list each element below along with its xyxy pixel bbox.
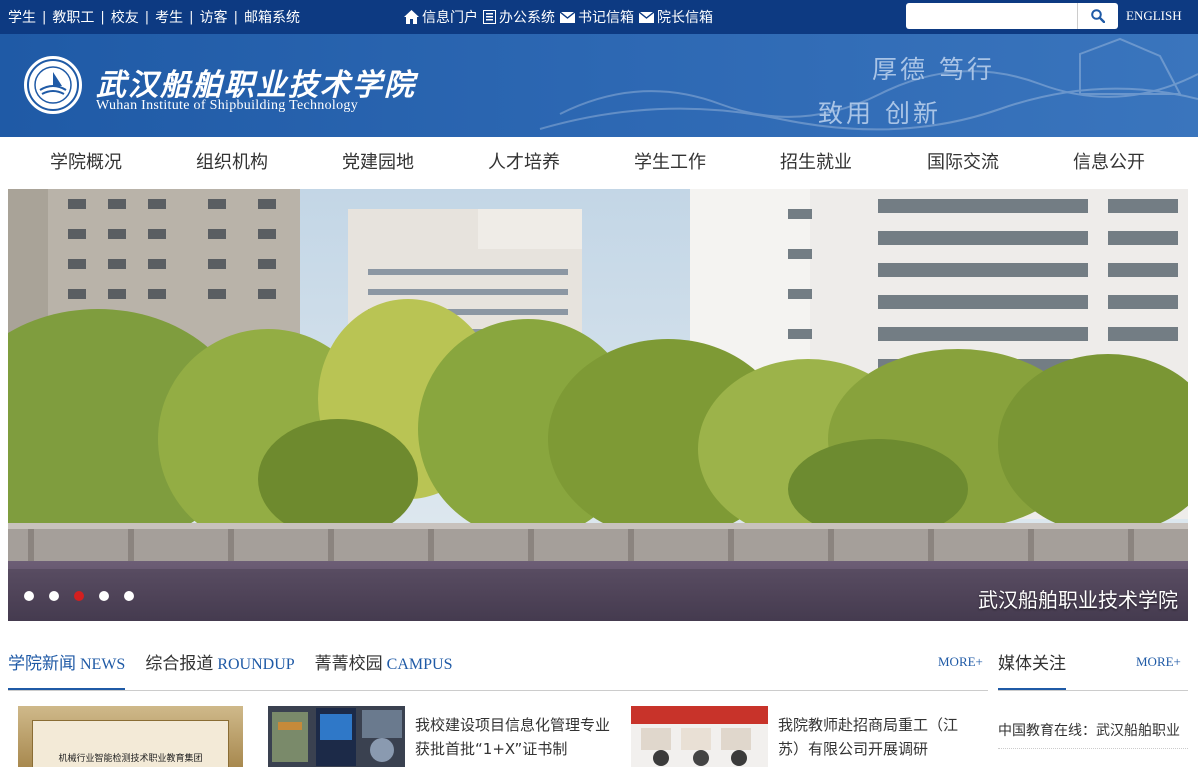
news-thumbnail-1[interactable]: [268, 706, 405, 767]
carousel-dot-4[interactable]: [99, 591, 109, 601]
separator: |: [144, 9, 150, 25]
search-input[interactable]: [906, 3, 1078, 29]
nav-party-building[interactable]: 党建园地: [342, 137, 414, 189]
mail-icon: [639, 11, 654, 23]
search-box: [906, 3, 1118, 29]
home-icon: [404, 10, 419, 24]
link-applicants[interactable]: 考生: [155, 7, 183, 27]
link-info-portal[interactable]: 信息门户: [404, 7, 478, 27]
tab-label-cn: 综合报道: [145, 654, 214, 674]
header-banner: 武汉船舶职业技术学院 Wuhan Institute of Shipbuildi…: [0, 34, 1198, 137]
link-email-system[interactable]: 邮箱系统: [244, 7, 300, 27]
section-divider: [998, 690, 1188, 691]
document-icon: [483, 10, 496, 24]
tab-label-en: CAMPUS: [386, 656, 453, 673]
nav-about[interactable]: 学院概况: [50, 137, 122, 189]
separator: |: [100, 9, 105, 25]
plaque-text: 机械行业智能检测技术职业教育集团: [32, 720, 229, 767]
search-icon: [1091, 9, 1105, 23]
tab-label-en: ROUNDUP: [217, 656, 295, 673]
media-more-link[interactable]: MORE+: [1136, 654, 1181, 670]
news-tabs: 学院新闻 NEWS 综合报道 ROUNDUP 菁菁校园 CAMPUS: [8, 648, 472, 690]
media-section-title[interactable]: 媒体关注: [998, 648, 1066, 690]
carousel-dot-2[interactable]: [49, 591, 59, 601]
school-logo[interactable]: [24, 56, 82, 114]
emblem-icon: [27, 59, 79, 111]
separator: |: [233, 9, 238, 25]
system-links: 信息门户 办公系统 书记信箱 院长信箱: [404, 0, 713, 34]
nav-admissions[interactable]: 招生就业: [780, 137, 852, 189]
tab-campus[interactable]: 菁菁校园 CAMPUS: [315, 648, 453, 690]
link-secretary-mailbox[interactable]: 书记信箱: [560, 7, 634, 27]
carousel-dot-1[interactable]: [24, 591, 34, 601]
carousel-dot-5[interactable]: [124, 591, 134, 601]
news-headline-2[interactable]: 我院教师赴招商局重工（江苏）有限公司开展调研: [778, 713, 978, 761]
tab-label-en: NEWS: [80, 656, 126, 673]
link-president-mailbox[interactable]: 院长信箱: [639, 7, 713, 27]
link-label: 书记信箱: [578, 10, 634, 26]
campus-photo: [8, 189, 1188, 621]
audience-links: 学生 | 教职工 | 校友 | 考生 | 访客 | 邮箱系统: [8, 0, 300, 34]
separator: |: [42, 9, 47, 25]
link-visitors[interactable]: 访客: [200, 7, 228, 27]
link-staff[interactable]: 教职工: [52, 7, 94, 27]
nav-organization[interactable]: 组织机构: [196, 137, 268, 189]
link-office-system[interactable]: 办公系统: [483, 7, 555, 27]
search-button[interactable]: [1078, 3, 1118, 29]
link-label: 院长信箱: [657, 10, 713, 26]
school-name-en: Wuhan Institute of Shipbuilding Technolo…: [96, 98, 358, 113]
separator: |: [189, 9, 194, 25]
link-label: 办公系统: [499, 10, 555, 26]
carousel-dot-3[interactable]: [74, 591, 84, 601]
nav-student-affairs[interactable]: 学生工作: [634, 137, 706, 189]
motto-line-1: 厚德 笃行: [872, 55, 995, 84]
news-headline-1[interactable]: 我校建设项目信息化管理专业获批首批“1+X”证书制: [415, 713, 615, 761]
carousel-dots: [24, 591, 134, 601]
news-more-link[interactable]: MORE+: [938, 654, 983, 670]
news-thumbnail-2[interactable]: [631, 706, 768, 767]
link-alumni[interactable]: 校友: [111, 7, 139, 27]
slide-caption: 武汉船舶职业技术学院: [978, 588, 1178, 612]
top-bar: 学生 | 教职工 | 校友 | 考生 | 访客 | 邮箱系统 信息门户 办公系统…: [0, 0, 1198, 34]
main-nav: 学院概况 组织机构 党建园地 人才培养 学生工作 招生就业 国际交流 信息公开: [0, 137, 1198, 189]
nav-education[interactable]: 人才培养: [488, 137, 560, 189]
motto-line-2: 致用 创新: [818, 99, 941, 128]
mail-icon: [560, 11, 575, 23]
english-link[interactable]: ENGLISH: [1126, 0, 1182, 34]
hero-carousel[interactable]: 武汉船舶职业技术学院: [8, 189, 1188, 621]
nav-international[interactable]: 国际交流: [927, 137, 999, 189]
media-item[interactable]: 中国教育在线：武汉船舶职业: [998, 720, 1188, 749]
link-students[interactable]: 学生: [8, 7, 36, 27]
news-image: [268, 706, 405, 767]
news-thumbnail-plaque[interactable]: 机械行业智能检测技术职业教育集团: [18, 706, 243, 767]
tab-news[interactable]: 学院新闻 NEWS: [8, 648, 126, 690]
nav-public-info[interactable]: 信息公开: [1073, 137, 1145, 189]
tab-roundup[interactable]: 综合报道 ROUNDUP: [145, 648, 294, 690]
tab-label-cn: 菁菁校园: [314, 654, 383, 674]
news-image: [631, 706, 768, 767]
section-divider: [8, 690, 988, 691]
tab-label-cn: 学院新闻: [8, 654, 76, 674]
link-label: 信息门户: [422, 10, 478, 26]
